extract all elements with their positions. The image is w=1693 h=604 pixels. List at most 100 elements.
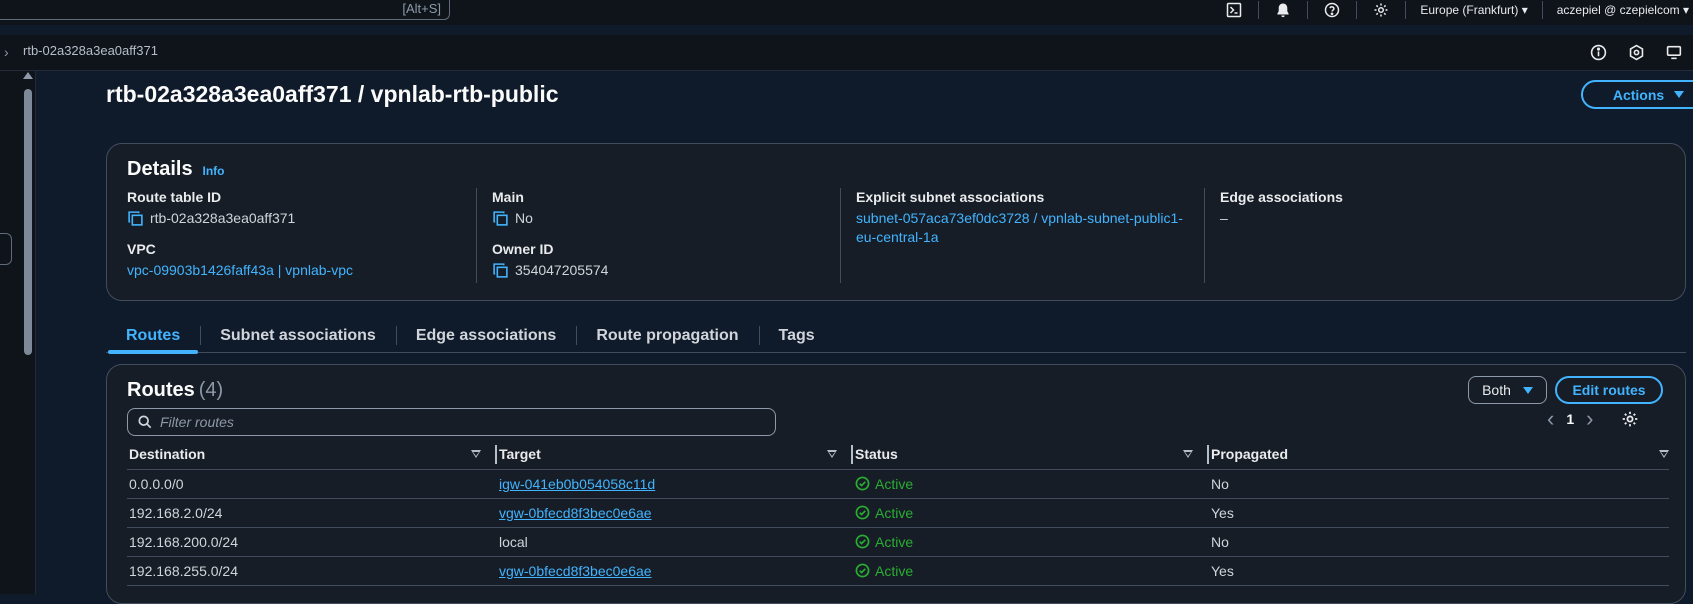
- next-page-chevron-icon[interactable]: ›: [1586, 408, 1593, 430]
- breadcrumb: › rtb-02a328a3ea0aff371: [0, 35, 1693, 71]
- page-title: rtb-02a328a3ea0aff371 / vpnlab-rtb-publi…: [106, 81, 559, 107]
- sort-icon[interactable]: [471, 450, 481, 458]
- column-header-label: Target: [499, 446, 541, 463]
- notifications-bell-icon[interactable]: [1259, 1, 1309, 19]
- top-nav-icons: Europe (Frankfurt) ▾ aczepiel @ czepielc…: [1210, 0, 1693, 20]
- edit-routes-button[interactable]: Edit routes: [1555, 376, 1663, 404]
- column-divider: [476, 188, 477, 283]
- cell-destination: 192.168.255.0/24: [127, 556, 497, 586]
- tab-list: Routes Subnet associations Edge associat…: [106, 319, 1686, 354]
- caret-down-icon: [1522, 386, 1533, 394]
- edge-associations-label: Edge associations: [1220, 189, 1343, 205]
- route-filter-select[interactable]: Both: [1468, 376, 1547, 404]
- cell-propagated: Yes: [1209, 556, 1669, 586]
- current-page-number[interactable]: 1: [1566, 411, 1574, 427]
- routes-table: Destination Target Status Propagated 0.0…: [127, 440, 1669, 586]
- table-row: 192.168.2.0/24 vgw-0bfecd8f3bec0e6ae Act…: [127, 498, 1669, 528]
- route-table-id-field: Route table ID rtb-02a328a3ea0aff371: [127, 189, 295, 228]
- subnet-association-link[interactable]: subnet-057aca73ef0dc3728 / vpnlab-subnet…: [856, 209, 1186, 247]
- filter-routes-placeholder: Filter routes: [160, 414, 234, 430]
- sort-icon[interactable]: [827, 450, 837, 458]
- column-divider: [840, 188, 841, 283]
- owner-id-text: 354047205574: [515, 262, 609, 278]
- cell-status: Active: [853, 527, 1209, 557]
- tab-edge-associations[interactable]: Edge associations: [395, 319, 577, 352]
- filter-routes-input[interactable]: Filter routes: [127, 408, 776, 436]
- copy-icon[interactable]: [127, 210, 144, 227]
- subnet-link-line-1: subnet-057aca73ef0dc3728 / vpnlab-subnet…: [856, 210, 1183, 226]
- scroll-up-arrow-icon[interactable]: [23, 72, 33, 79]
- cloudshell-icon[interactable]: [1210, 1, 1260, 19]
- global-search-box[interactable]: [Alt+S]: [0, 0, 450, 20]
- cell-status: Active: [853, 556, 1209, 586]
- main-label: Main: [492, 189, 524, 205]
- vpc-label: VPC: [127, 241, 156, 257]
- pagination: ‹ 1 ›: [1547, 408, 1639, 430]
- utility-icons: [1579, 41, 1693, 63]
- routes-header: Routes (4): [127, 379, 223, 402]
- sort-icon[interactable]: [1183, 450, 1193, 458]
- hexagon-settings-icon[interactable]: [1617, 41, 1655, 63]
- owner-id-field: Owner ID 354047205574: [492, 241, 608, 280]
- column-header-destination[interactable]: Destination: [127, 440, 497, 470]
- column-header-target[interactable]: Target: [497, 440, 853, 470]
- search-shortcut-hint: [Alt+S]: [402, 1, 441, 16]
- vpc-field: VPC vpc-09903b1426faff43a | vpnlab-vpc: [127, 241, 353, 280]
- table-header-row: Destination Target Status Propagated: [127, 440, 1669, 470]
- status-text: Active: [875, 475, 914, 492]
- check-circle-icon: [855, 476, 870, 491]
- routes-heading: Routes: [127, 379, 195, 401]
- sort-icon[interactable]: [1659, 450, 1669, 458]
- details-heading: Details: [127, 158, 193, 180]
- account-menu[interactable]: aczepiel @ czepielcom ▾: [1543, 1, 1693, 19]
- tab-tags[interactable]: Tags: [758, 319, 835, 352]
- table-row: 192.168.255.0/24 vgw-0bfecd8f3bec0e6ae A…: [127, 556, 1669, 586]
- table-preferences-gear-icon[interactable]: [1621, 410, 1639, 428]
- cell-propagated: No: [1209, 469, 1669, 499]
- column-header-label: Status: [855, 446, 898, 463]
- copy-icon[interactable]: [492, 210, 509, 227]
- owner-id-label: Owner ID: [492, 241, 554, 257]
- table-row: 0.0.0.0/0 igw-041eb0b054058c11d Active N…: [127, 469, 1669, 499]
- routes-panel: Routes (4) Both Edit routes Filter route…: [106, 364, 1686, 604]
- tab-subnet-associations[interactable]: Subnet associations: [200, 319, 396, 352]
- info-circle-icon[interactable]: [1579, 41, 1617, 63]
- cell-target: vgw-0bfecd8f3bec0e6ae: [497, 498, 853, 528]
- main-content: rtb-02a328a3ea0aff371 / vpnlab-rtb-publi…: [36, 71, 1693, 604]
- target-link[interactable]: vgw-0bfecd8f3bec0e6ae: [499, 563, 652, 579]
- owner-id-value: 354047205574: [492, 261, 608, 280]
- actions-button[interactable]: Actions: [1581, 80, 1693, 109]
- column-header-propagated[interactable]: Propagated: [1209, 440, 1669, 470]
- tab-route-propagation[interactable]: Route propagation: [576, 319, 758, 352]
- subnet-link-line-2: eu-central-1a: [856, 229, 939, 245]
- column-divider: [1204, 188, 1205, 283]
- settings-gear-icon[interactable]: [1357, 1, 1407, 19]
- column-header-status[interactable]: Status: [853, 440, 1209, 470]
- previous-page-chevron-icon[interactable]: ‹: [1547, 408, 1554, 430]
- cell-status: Active: [853, 469, 1209, 499]
- target-link[interactable]: igw-041eb0b054058c11d: [499, 476, 655, 492]
- screen-icon[interactable]: [1655, 41, 1693, 63]
- route-filter-select-value: Both: [1482, 382, 1511, 398]
- vpc-link[interactable]: vpc-09903b1426faff43a | vpnlab-vpc: [127, 261, 353, 280]
- cell-target: local: [497, 527, 853, 557]
- target-link[interactable]: vgw-0bfecd8f3bec0e6ae: [499, 505, 652, 521]
- column-header-label: Destination: [129, 446, 206, 463]
- scrollbar-thumb[interactable]: [24, 89, 32, 355]
- routes-count: (4): [198, 379, 224, 401]
- details-header: Details Info: [127, 158, 224, 181]
- status-text: Active: [875, 533, 914, 550]
- region-selector[interactable]: Europe (Frankfurt) ▾: [1406, 1, 1543, 19]
- explicit-subnet-associations-field: Explicit subnet associations subnet-057a…: [856, 189, 1186, 247]
- explicit-subnet-label: Explicit subnet associations: [856, 189, 1045, 205]
- top-navigation-bar: [Alt+S] Europe (Frankfurt) ▾ aczepiel @ …: [0, 0, 1693, 25]
- cell-propagated: No: [1209, 527, 1669, 557]
- copy-icon[interactable]: [492, 262, 509, 279]
- cell-destination: 0.0.0.0/0: [127, 469, 497, 499]
- side-nav-input-edge[interactable]: [0, 233, 12, 265]
- info-link[interactable]: Info: [202, 164, 224, 178]
- tab-routes[interactable]: Routes: [106, 319, 200, 354]
- help-icon[interactable]: [1308, 1, 1358, 19]
- cell-target: vgw-0bfecd8f3bec0e6ae: [497, 556, 853, 586]
- status-text: Active: [875, 504, 914, 521]
